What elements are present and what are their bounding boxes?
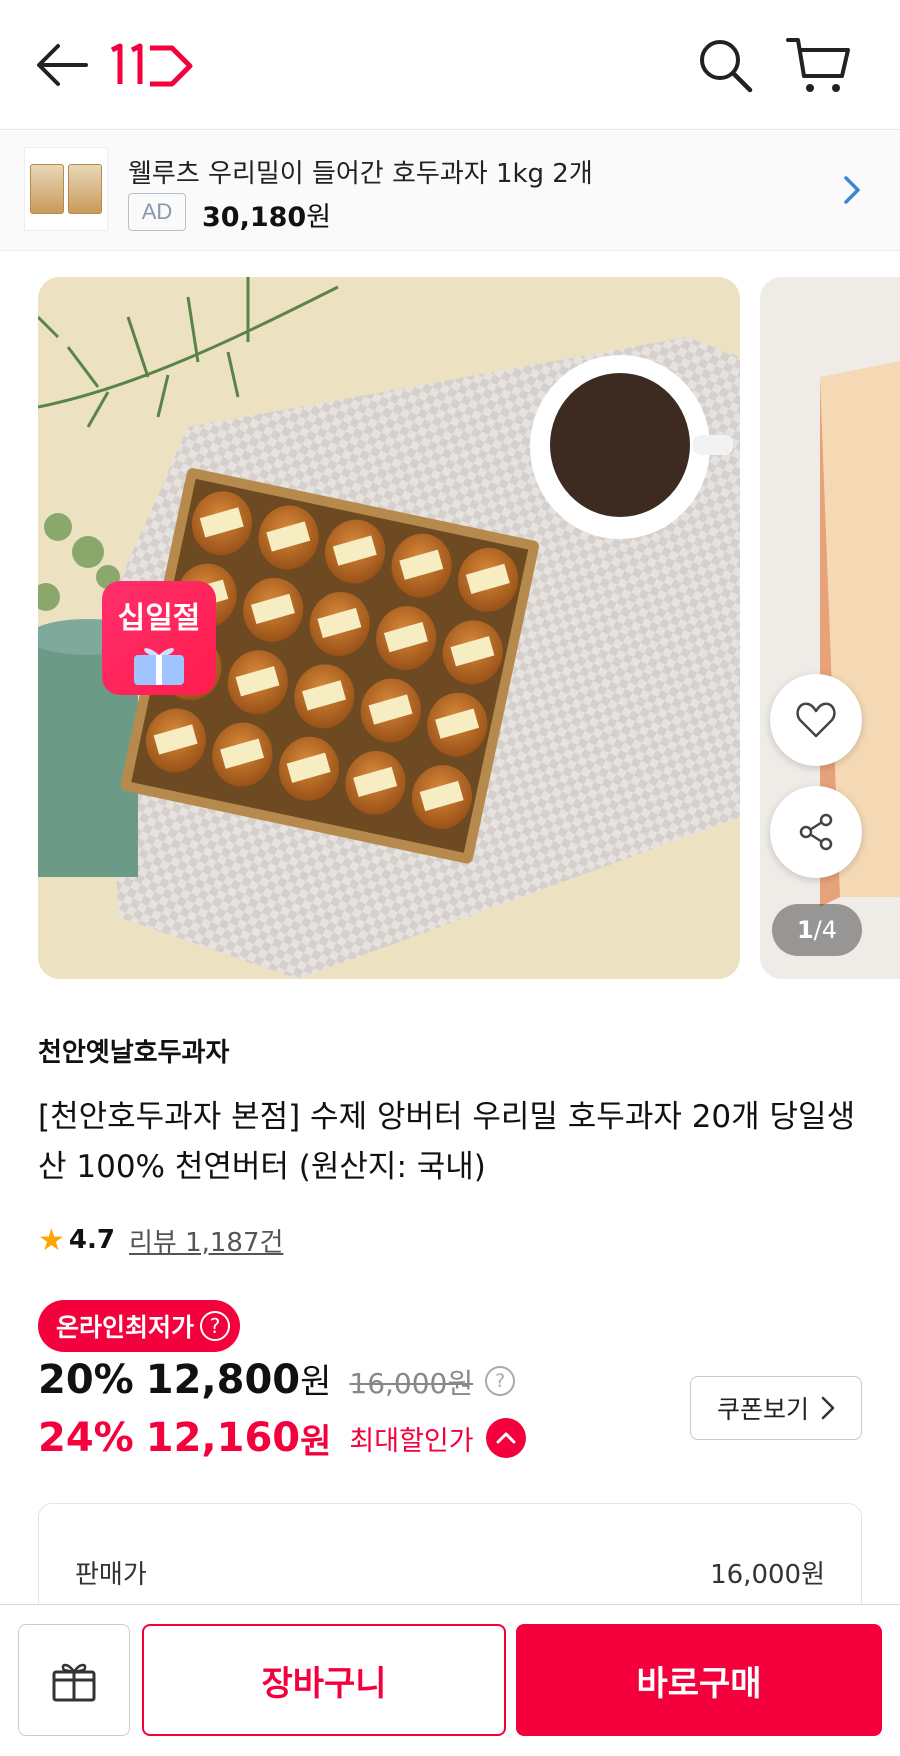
sale-price: 12,800 xyxy=(145,1357,301,1403)
top-header xyxy=(0,0,900,130)
chevron-right-icon[interactable] xyxy=(838,170,866,210)
ad-thumbnail xyxy=(24,147,108,231)
rating-row[interactable]: ★ 4.7 리뷰 1,187건 xyxy=(38,1220,283,1260)
sale-price-amount: 16,000원 xyxy=(710,1560,825,1590)
help-icon[interactable]: ? xyxy=(200,1311,231,1341)
buy-now-button[interactable]: 바로구매 xyxy=(516,1624,882,1736)
rating-score: 4.7 xyxy=(68,1225,115,1255)
coupon-label: 쿠폰보기 xyxy=(716,1395,809,1424)
logo-11st[interactable] xyxy=(106,40,196,92)
promo-badge: 십일절 xyxy=(102,581,216,695)
add-to-cart-button[interactable]: 장바구니 xyxy=(142,1624,506,1736)
search-icon[interactable] xyxy=(696,36,756,96)
cart-icon[interactable] xyxy=(786,34,852,98)
discount-percent: 20% xyxy=(38,1357,134,1403)
max-discount-label: 최대할인가 xyxy=(349,1425,474,1457)
star-icon: ★ xyxy=(38,1222,65,1258)
review-link[interactable]: 리뷰 1,187건 xyxy=(129,1222,283,1259)
price-row: 20% 12,800 원 16,000원 ? xyxy=(38,1354,516,1408)
max-discount-price: 12,160 xyxy=(145,1415,301,1461)
coupon-button[interactable]: 쿠폰보기 xyxy=(690,1376,862,1440)
ad-title: 웰루츠 우리밀이 들어간 호두과자 1kg 2개 xyxy=(128,159,593,189)
gift-button[interactable] xyxy=(18,1624,130,1736)
max-discount-percent: 24% xyxy=(38,1415,134,1461)
gift-icon xyxy=(52,1663,96,1702)
product-title: [천안호두과자 본점] 수제 앙버터 우리밀 호두과자 20개 당일생산 100… xyxy=(38,1099,856,1185)
sale-price-label: 판매가 xyxy=(75,1560,147,1590)
price-unit: 원 xyxy=(300,1421,332,1462)
image-counter: 1/4 xyxy=(772,904,862,956)
original-price: 16,000원 xyxy=(349,1367,474,1400)
arrow-left-icon[interactable] xyxy=(34,40,90,90)
chevron-right-icon xyxy=(821,1396,835,1420)
price-unit: 원 xyxy=(300,1362,332,1402)
share-icon xyxy=(799,813,833,851)
heart-icon xyxy=(796,702,836,738)
ad-price: 30,180원 xyxy=(202,202,332,233)
lowest-price-badge[interactable]: 온라인최저가 ? xyxy=(38,1300,241,1352)
ad-banner[interactable]: 웰루츠 우리밀이 들어간 호두과자 1kg 2개 AD 30,180원 xyxy=(0,131,900,251)
product-image[interactable]: 십일절 xyxy=(38,277,740,979)
share-button[interactable] xyxy=(770,786,862,878)
ad-badge: AD xyxy=(128,193,186,231)
max-discount-row: 24% 12,160 원 최대할인가 xyxy=(38,1410,526,1466)
lowest-price-label: 온라인최저가 xyxy=(56,1313,195,1342)
like-button[interactable] xyxy=(770,674,862,766)
chevron-up-icon[interactable] xyxy=(485,1418,526,1458)
help-icon[interactable]: ? xyxy=(485,1366,516,1396)
seller-name[interactable]: 천안옛날호두과자 xyxy=(38,1032,229,1069)
